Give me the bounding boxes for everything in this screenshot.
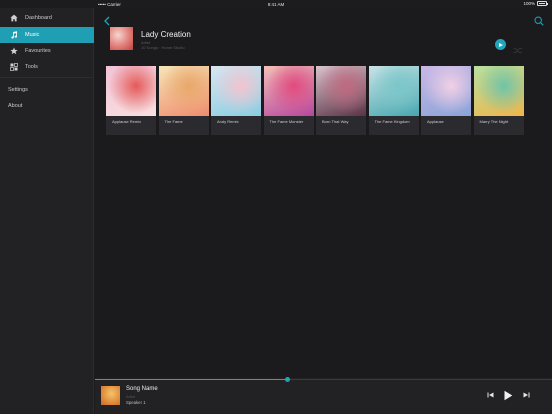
next-button[interactable] <box>521 389 531 401</box>
track-title: Born That Way <box>322 119 349 124</box>
search-icon <box>534 16 544 26</box>
album-title: Lady Creation <box>141 30 191 39</box>
shuffle-button[interactable] <box>513 41 523 53</box>
play-icon <box>504 390 513 400</box>
sidebar-item-tools[interactable]: Tools <box>0 59 94 75</box>
track-title: Andy Remix <box>217 119 239 124</box>
chevron-left-icon <box>104 16 110 26</box>
now-playing-artist: Artist <box>126 394 136 399</box>
sidebar-item-label: Settings <box>8 87 28 93</box>
sidebar-item-dashboard[interactable]: Dashboard <box>0 10 94 26</box>
sidebar-item-label: Tools <box>25 64 38 70</box>
track-card[interactable]: Applause Remix <box>106 66 156 135</box>
sidebar: Dashboard Music Favourites Tools Setting… <box>0 8 94 414</box>
sidebar-item-label: Favourites <box>25 48 51 54</box>
home-icon <box>10 14 18 22</box>
track-artwork <box>316 66 366 116</box>
track-artwork <box>263 66 314 116</box>
battery-percent: 100% <box>523 1 535 6</box>
track-title: The Fame Kingdom <box>374 119 410 124</box>
clock: 9:41 AM <box>267 1 285 7</box>
battery-indicator: 100% <box>523 1 548 6</box>
track-title: Marry The Night <box>479 119 509 124</box>
track-title: The Fame Monster <box>269 119 304 124</box>
track-card[interactable]: The Fame Kingdom <box>368 66 419 135</box>
back-button[interactable] <box>103 13 111 26</box>
track-card[interactable]: Marry The Night <box>473 66 524 135</box>
track-title: Applause <box>427 119 444 124</box>
status-bar: ••••• Carrier 9:41 AM 100% <box>0 0 552 8</box>
music-note-icon <box>10 31 18 39</box>
progress-fill <box>95 378 287 380</box>
album-meta: 10 Songs · Home Studio <box>141 45 185 50</box>
play-album-button[interactable] <box>495 39 506 50</box>
sidebar-item-label: Music <box>25 32 40 38</box>
previous-button[interactable] <box>485 389 495 401</box>
track-grid: Applause Remix The Fame Andy Remix The Fame… <box>106 66 526 135</box>
play-icon <box>499 42 503 47</box>
now-playing-bar: Song Name Artist Speaker 1 <box>95 376 552 414</box>
output-device-label[interactable]: Speaker 1 <box>126 400 146 405</box>
sidebar-item-favourites[interactable]: Favourites <box>0 43 94 59</box>
track-title: The Fame <box>164 119 183 124</box>
tools-icon <box>10 63 18 71</box>
track-card[interactable]: The Fame <box>158 66 209 135</box>
now-playing-cover[interactable] <box>101 386 120 405</box>
track-artwork <box>421 66 471 116</box>
play-button[interactable] <box>501 389 515 401</box>
shuffle-icon <box>513 48 522 53</box>
track-card[interactable]: Andy Remix <box>211 66 261 135</box>
sidebar-item-music[interactable]: Music <box>0 27 94 43</box>
search-button[interactable] <box>534 13 544 26</box>
track-artwork <box>158 66 209 116</box>
sidebar-item-label: Dashboard <box>25 15 52 21</box>
track-card[interactable]: Applause <box>421 66 471 135</box>
track-artwork <box>106 66 156 116</box>
sidebar-divider <box>0 77 94 78</box>
track-card[interactable]: Born That Way <box>316 66 366 135</box>
album-cover <box>110 27 133 50</box>
album-detail-view: Lady Creation Artist 10 Songs · Home Stu… <box>95 8 552 378</box>
skip-forward-icon <box>523 392 529 398</box>
track-card[interactable]: The Fame Monster <box>263 66 314 135</box>
skip-back-icon <box>487 392 493 398</box>
battery-icon <box>537 1 548 6</box>
track-artwork <box>473 66 524 116</box>
track-title: Applause Remix <box>112 119 142 124</box>
track-artwork <box>211 66 261 116</box>
sidebar-item-about[interactable]: About <box>0 98 94 114</box>
star-icon <box>10 47 18 55</box>
track-artwork <box>368 66 419 116</box>
sidebar-item-label: About <box>8 103 23 109</box>
now-playing-title: Song Name <box>126 386 158 392</box>
progress-handle[interactable] <box>284 376 290 382</box>
sidebar-item-settings[interactable]: Settings <box>0 82 94 98</box>
